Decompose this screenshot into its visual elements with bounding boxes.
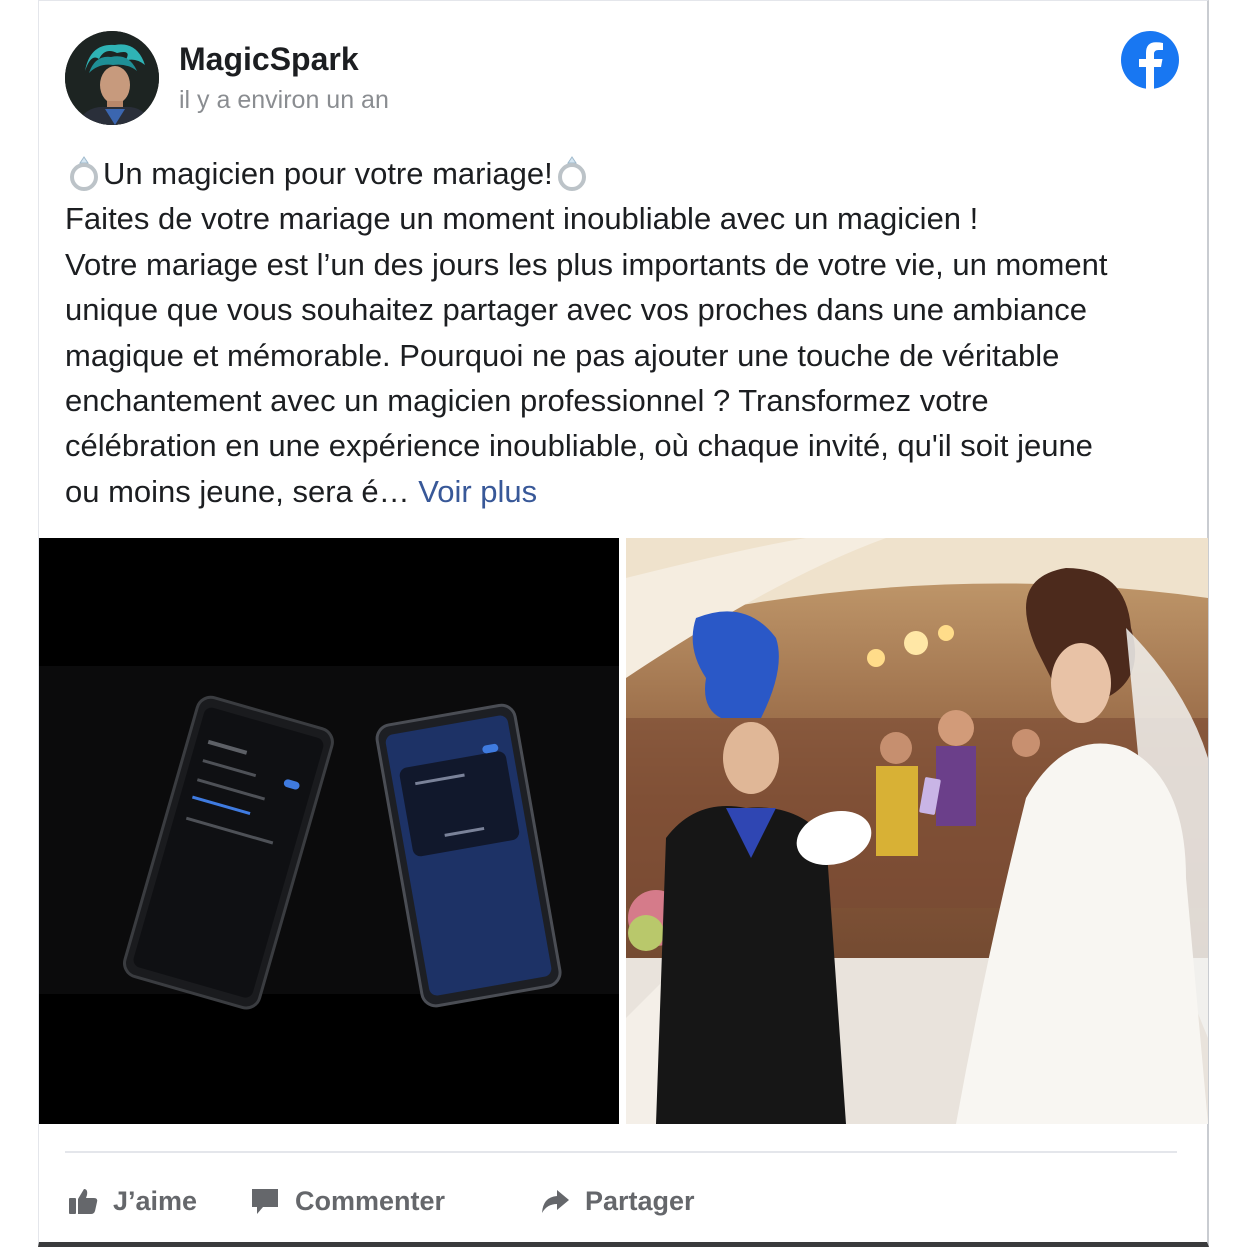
post-text-last-line: ou moins jeune, sera é… Voir plus xyxy=(65,469,1185,514)
post-text-line: magique et mémorable. Pourquoi ne pas aj… xyxy=(65,337,1060,373)
photo-phones[interactable] xyxy=(39,538,619,1124)
actions-divider xyxy=(65,1151,1177,1153)
share-button[interactable]: Partager xyxy=(539,1177,695,1225)
ring-icon xyxy=(553,154,591,192)
post-title: Un magicien pour votre mariage! xyxy=(103,156,553,191)
see-more-link[interactable]: Voir plus xyxy=(418,474,537,509)
comment-icon xyxy=(252,1189,278,1214)
author-name[interactable]: MagicSpark xyxy=(179,41,359,78)
share-label: Partager xyxy=(585,1185,695,1216)
ring-icon xyxy=(65,154,103,192)
post-message: Un magicien pour votre mariage! Faites d… xyxy=(65,151,1185,514)
post-title-line: Un magicien pour votre mariage! xyxy=(65,151,1185,196)
photo-magician-wedding[interactable] xyxy=(626,538,1208,1124)
post-text-line: Votre mariage est l’un des jours les plu… xyxy=(65,246,1108,282)
share-arrow-icon xyxy=(542,1190,569,1213)
facebook-post-card: MagicSpark il y a environ un an Un magic… xyxy=(38,0,1209,1247)
comment-label: Commenter xyxy=(295,1185,446,1216)
post-text-truncated: ou moins jeune, sera é… xyxy=(65,473,410,509)
comment-button[interactable]: Commenter xyxy=(249,1177,445,1225)
author-avatar[interactable] xyxy=(65,31,159,125)
post-text-line: enchantement avec un magicien profession… xyxy=(65,383,989,419)
facebook-icon[interactable] xyxy=(1121,31,1179,89)
post-text-line: célébration en une expérience inoubliabl… xyxy=(65,428,1093,464)
thumbs-up-icon xyxy=(69,1189,98,1214)
like-label: J’aime xyxy=(113,1185,198,1216)
post-text-line: unique que vous souhaitez partager avec … xyxy=(65,292,1087,328)
like-button[interactable]: J’aime xyxy=(67,1177,197,1225)
post-text-line: Faites de votre mariage un moment inoubl… xyxy=(65,201,979,237)
post-timestamp[interactable]: il y a environ un an xyxy=(179,86,389,115)
post-photos xyxy=(39,538,1208,1124)
